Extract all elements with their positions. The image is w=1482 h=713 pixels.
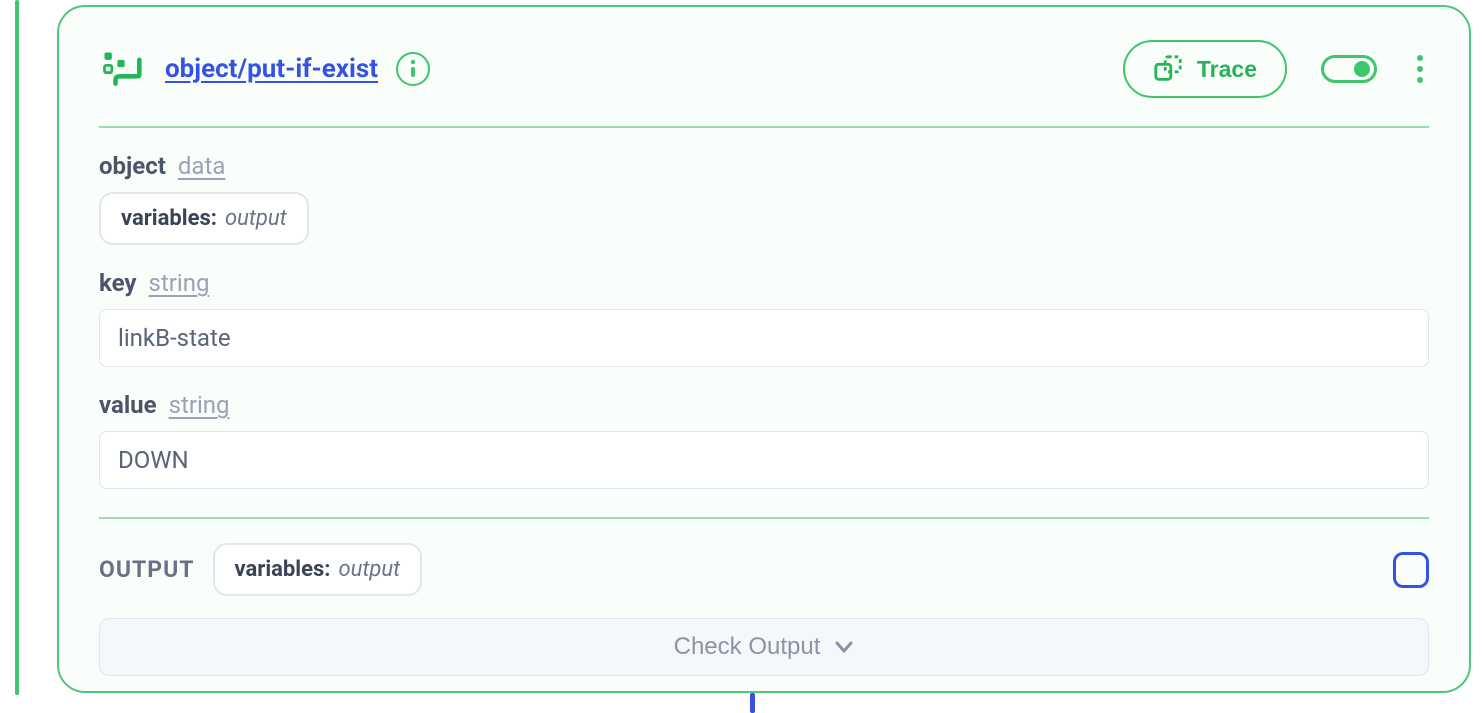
node-type-icon bbox=[99, 47, 143, 91]
trace-label: Trace bbox=[1197, 56, 1257, 83]
object-variable-chip[interactable]: variables: output bbox=[99, 192, 309, 245]
node-title-link[interactable]: object/put-if-exist bbox=[165, 54, 378, 84]
output-variable-chip[interactable]: variables: output bbox=[213, 543, 423, 596]
output-checkbox[interactable] bbox=[1393, 552, 1429, 588]
header-right: Trace bbox=[1123, 40, 1429, 98]
field-key: key string bbox=[99, 269, 1429, 367]
chevron-down-icon bbox=[834, 637, 854, 657]
check-output-button[interactable]: Check Output bbox=[99, 618, 1429, 676]
field-object-name: object bbox=[99, 152, 166, 180]
field-value-name: value bbox=[99, 391, 157, 419]
field-value: value string bbox=[99, 391, 1429, 489]
output-label: OUTPUT bbox=[99, 556, 195, 583]
chip-key: variables: bbox=[235, 557, 331, 582]
field-object: object data variables: output bbox=[99, 152, 1429, 245]
check-output-label: Check Output bbox=[674, 633, 821, 661]
info-icon[interactable] bbox=[396, 52, 430, 86]
card-header: object/put-if-exist Trace bbox=[99, 40, 1429, 128]
trace-button[interactable]: Trace bbox=[1123, 40, 1287, 98]
field-key-type[interactable]: string bbox=[148, 269, 209, 297]
toggle-knob bbox=[1354, 61, 1370, 77]
node-card: object/put-if-exist Trace bbox=[57, 5, 1471, 693]
enabled-toggle[interactable] bbox=[1321, 55, 1377, 83]
header-left: object/put-if-exist bbox=[99, 47, 430, 91]
timeline-bar bbox=[15, 0, 19, 695]
chip-val: output bbox=[339, 557, 401, 582]
chip-val: output bbox=[225, 206, 287, 231]
field-value-type[interactable]: string bbox=[169, 391, 230, 419]
key-input[interactable] bbox=[99, 309, 1429, 367]
chip-key: variables: bbox=[121, 206, 217, 231]
value-input[interactable] bbox=[99, 431, 1429, 489]
field-object-type[interactable]: data bbox=[178, 152, 226, 180]
kebab-menu-icon[interactable] bbox=[1411, 49, 1429, 89]
output-section: OUTPUT variables: output Check Output bbox=[99, 517, 1429, 676]
trace-icon bbox=[1153, 54, 1183, 84]
bottom-connector bbox=[750, 693, 755, 713]
field-key-name: key bbox=[99, 269, 136, 297]
